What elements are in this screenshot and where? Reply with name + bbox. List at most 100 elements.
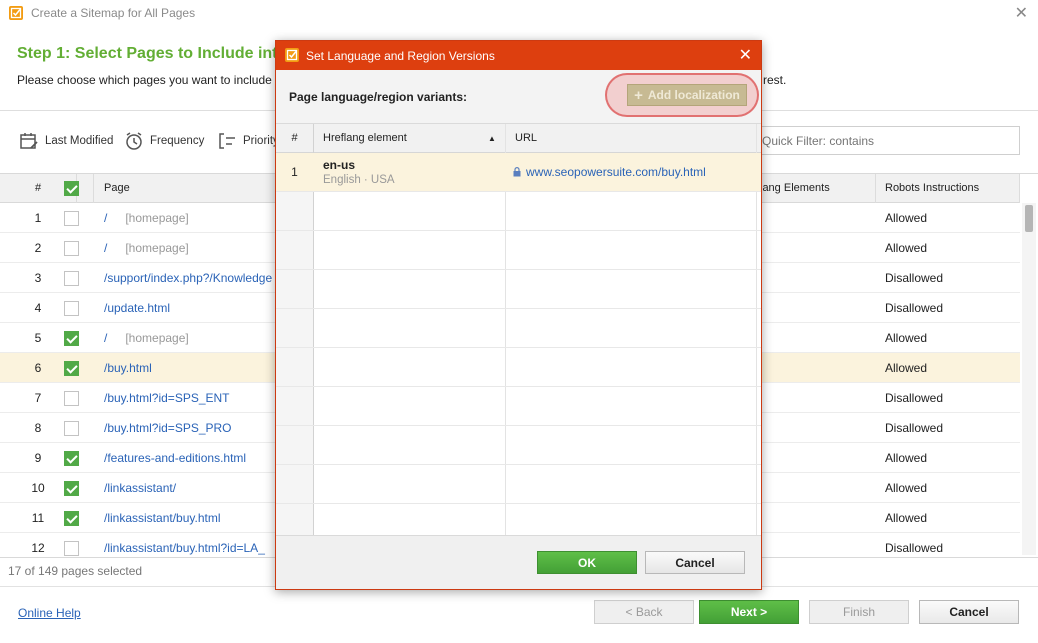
last-modified-button[interactable]: Last Modified	[19, 130, 113, 152]
column-header-page[interactable]: Page	[104, 174, 130, 203]
row-robots: Disallowed	[885, 271, 944, 285]
row-page-link[interactable]: /features-and-editions.html	[104, 443, 246, 473]
row-page-link[interactable]: /linkassistant/buy.html?id=LA_	[104, 533, 265, 557]
window-title: Create a Sitemap for All Pages	[31, 6, 196, 20]
row-page-link[interactable]: /buy.html?id=SPS_PRO	[104, 413, 232, 443]
localization-row-number: 1	[291, 165, 298, 179]
row-page-link[interactable]: / [homepage]	[104, 323, 189, 353]
plus-icon: +	[634, 86, 643, 104]
cancel-button[interactable]: Cancel	[919, 600, 1019, 624]
row-checkbox[interactable]	[64, 241, 79, 256]
homepage-note: [homepage]	[125, 241, 189, 255]
step-description: Please choose which pages you want to in…	[17, 73, 272, 87]
row-robots: Disallowed	[885, 391, 944, 405]
localization-row-selected[interactable]: 1 en-us English · USA www.seopowersuite.…	[276, 153, 761, 192]
hreflang-code: en-us	[323, 158, 356, 172]
empty-grid-row	[276, 348, 761, 387]
window-titlebar: Create a Sitemap for All Pages ✕	[0, 0, 1038, 28]
column-divider	[875, 174, 876, 203]
online-help-link[interactable]: Online Help	[18, 606, 81, 620]
row-robots: Allowed	[885, 481, 928, 495]
row-robots: Disallowed	[885, 541, 944, 555]
dialog-logo-icon	[285, 48, 299, 62]
row-robots: Disallowed	[885, 421, 944, 435]
sort-ascending-icon[interactable]: ▲	[488, 124, 496, 153]
row-page-link[interactable]: / [homepage]	[104, 203, 189, 233]
select-all-checkbox[interactable]	[64, 181, 79, 196]
row-checkbox[interactable]	[64, 271, 79, 286]
empty-grid-row	[276, 231, 761, 270]
row-checkbox[interactable]	[64, 481, 79, 496]
grid-header: # Hreflang element ▲ URL	[276, 124, 761, 153]
empty-grid-row	[276, 192, 761, 231]
row-page-link[interactable]: /update.html	[104, 293, 170, 323]
app-logo-icon	[9, 6, 23, 20]
column-divider	[1019, 174, 1020, 203]
homepage-note: [homepage]	[125, 331, 189, 345]
dialog-header: Page language/region variants: + Add loc…	[276, 70, 761, 124]
back-button[interactable]: < Back	[594, 600, 694, 624]
row-robots: Allowed	[885, 451, 928, 465]
row-page-link[interactable]: /buy.html?id=SPS_ENT	[104, 383, 230, 413]
column-divider	[93, 174, 94, 203]
hreflang-description: English · USA	[323, 174, 395, 186]
row-page-link[interactable]: / [homepage]	[104, 233, 189, 263]
grid-header-hreflang[interactable]: Hreflang element	[323, 124, 407, 153]
localization-url-link[interactable]: www.seopowersuite.com/buy.html	[513, 165, 706, 179]
row-checkbox[interactable]	[64, 451, 79, 466]
grid-header-url[interactable]: URL	[515, 124, 537, 153]
priority-button[interactable]: Priority	[217, 130, 279, 152]
window-close-icon[interactable]: ✕	[1015, 3, 1028, 23]
dialog-title: Set Language and Region Versions	[306, 49, 495, 63]
step-title: Step 1: Select Pages to Include int	[17, 45, 278, 62]
localization-url: www.seopowersuite.com/buy.html	[526, 165, 706, 179]
empty-grid-row	[276, 426, 761, 465]
empty-grid-row	[276, 387, 761, 426]
column-header-robots[interactable]: Robots Instructions	[885, 174, 979, 203]
row-checkbox[interactable]	[64, 391, 79, 406]
table-scrollbar[interactable]	[1022, 203, 1036, 555]
row-checkbox[interactable]	[64, 211, 79, 226]
empty-grid-row	[276, 465, 761, 504]
priority-label: Priority	[243, 135, 279, 147]
row-robots: Allowed	[885, 211, 928, 225]
row-page-link[interactable]: /support/index.php?/Knowledge	[104, 263, 272, 293]
ok-button[interactable]: OK	[537, 551, 637, 574]
localization-grid: # Hreflang element ▲ URL 1 en-us English…	[276, 124, 761, 535]
row-page-link[interactable]: /linkassistant/buy.html	[104, 503, 221, 533]
row-checkbox[interactable]	[64, 421, 79, 436]
row-robots: Disallowed	[885, 301, 944, 315]
frequency-button[interactable]: Frequency	[124, 130, 204, 152]
finish-button[interactable]: Finish	[809, 600, 909, 624]
row-checkbox[interactable]	[64, 541, 79, 556]
dialog-footer: OK Cancel	[276, 535, 761, 589]
row-checkbox[interactable]	[64, 511, 79, 526]
localization-dialog: Set Language and Region Versions ✕ Page …	[275, 40, 762, 590]
row-page-link[interactable]: /buy.html	[104, 353, 152, 383]
last-modified-label: Last Modified	[45, 135, 114, 147]
dialog-cancel-button[interactable]: Cancel	[645, 551, 745, 574]
next-button[interactable]: Next >	[699, 600, 799, 624]
table-scrollbar-thumb[interactable]	[1025, 205, 1033, 232]
row-robots: Allowed	[885, 361, 928, 375]
calendar-edit-icon	[19, 131, 39, 151]
quick-filter-input[interactable]	[752, 126, 1020, 155]
lock-icon	[513, 167, 521, 177]
priority-sort-icon	[217, 131, 237, 151]
row-checkbox[interactable]	[64, 301, 79, 316]
empty-grid-row	[276, 309, 761, 348]
row-robots: Allowed	[885, 331, 928, 345]
step-description-rest: rest.	[763, 73, 787, 87]
add-localization-button[interactable]: + Add localization	[627, 84, 747, 106]
row-page-link[interactable]: /linkassistant/	[104, 473, 176, 503]
row-robots: Allowed	[885, 241, 928, 255]
grid-header-num[interactable]: #	[276, 124, 313, 153]
dialog-titlebar: Set Language and Region Versions ✕	[276, 41, 761, 70]
column-header-hreflang[interactable]: lang Elements	[760, 174, 830, 203]
homepage-note: [homepage]	[125, 211, 189, 225]
empty-grid-row	[276, 270, 761, 309]
frequency-label: Frequency	[150, 135, 205, 147]
row-checkbox[interactable]	[64, 361, 79, 376]
row-checkbox[interactable]	[64, 331, 79, 346]
dialog-close-icon[interactable]: ✕	[739, 45, 752, 65]
